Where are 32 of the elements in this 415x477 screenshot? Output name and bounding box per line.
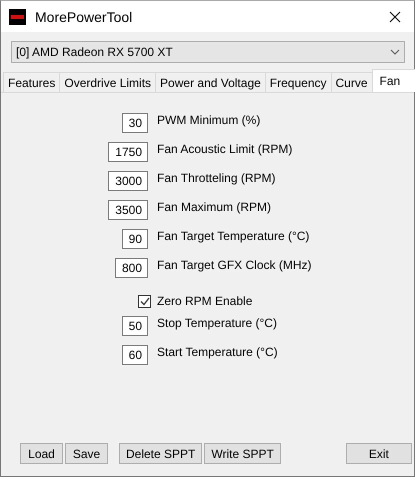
- action-button[interactable]: Delete SPPT: [119, 443, 202, 464]
- number-field[interactable]: 50: [122, 316, 148, 336]
- field-label: Fan Throtteling (RPM): [157, 170, 276, 184]
- number-field[interactable]: 800: [115, 258, 148, 278]
- action-button[interactable]: Load: [20, 443, 63, 464]
- tab[interactable]: Power and Voltage: [155, 72, 266, 92]
- number-field[interactable]: 3500: [108, 200, 148, 220]
- action-button[interactable]: Exit: [346, 443, 412, 464]
- checkbox[interactable]: [138, 294, 151, 308]
- field-label: PWM Minimum (%): [157, 112, 260, 126]
- field-label: Fan Target GFX Clock (MHz): [157, 258, 312, 272]
- tab[interactable]: Fan: [372, 69, 415, 92]
- number-field[interactable]: 30: [122, 112, 148, 132]
- device-dropdown[interactable]: [0] AMD Radeon RX 5700 XT: [11, 41, 405, 63]
- logo-icon: [9, 8, 26, 24]
- window-title: MorePowerTool: [35, 8, 132, 24]
- number-field[interactable]: 1750: [108, 142, 148, 162]
- tab[interactable]: Frequency: [264, 72, 332, 92]
- field-label: Fan Acoustic Limit (RPM): [157, 142, 292, 156]
- field-label: Fan Maximum (RPM): [157, 200, 272, 214]
- field-label: Stop Temperature (°C): [157, 316, 277, 330]
- close-icon[interactable]: [389, 10, 401, 22]
- action-button[interactable]: Write SPPT: [204, 443, 281, 464]
- tab[interactable]: Features: [3, 72, 60, 92]
- number-field[interactable]: 90: [122, 228, 148, 248]
- chevron-icon: [390, 49, 400, 55]
- field-label: Fan Target Temperature (°C): [157, 228, 310, 242]
- field-label: Start Temperature (°C): [157, 344, 278, 358]
- checkbox-label: Zero RPM Enable: [157, 294, 252, 308]
- number-field[interactable]: 60: [122, 344, 148, 364]
- action-button[interactable]: Save: [65, 443, 108, 464]
- number-field[interactable]: 3000: [108, 170, 148, 190]
